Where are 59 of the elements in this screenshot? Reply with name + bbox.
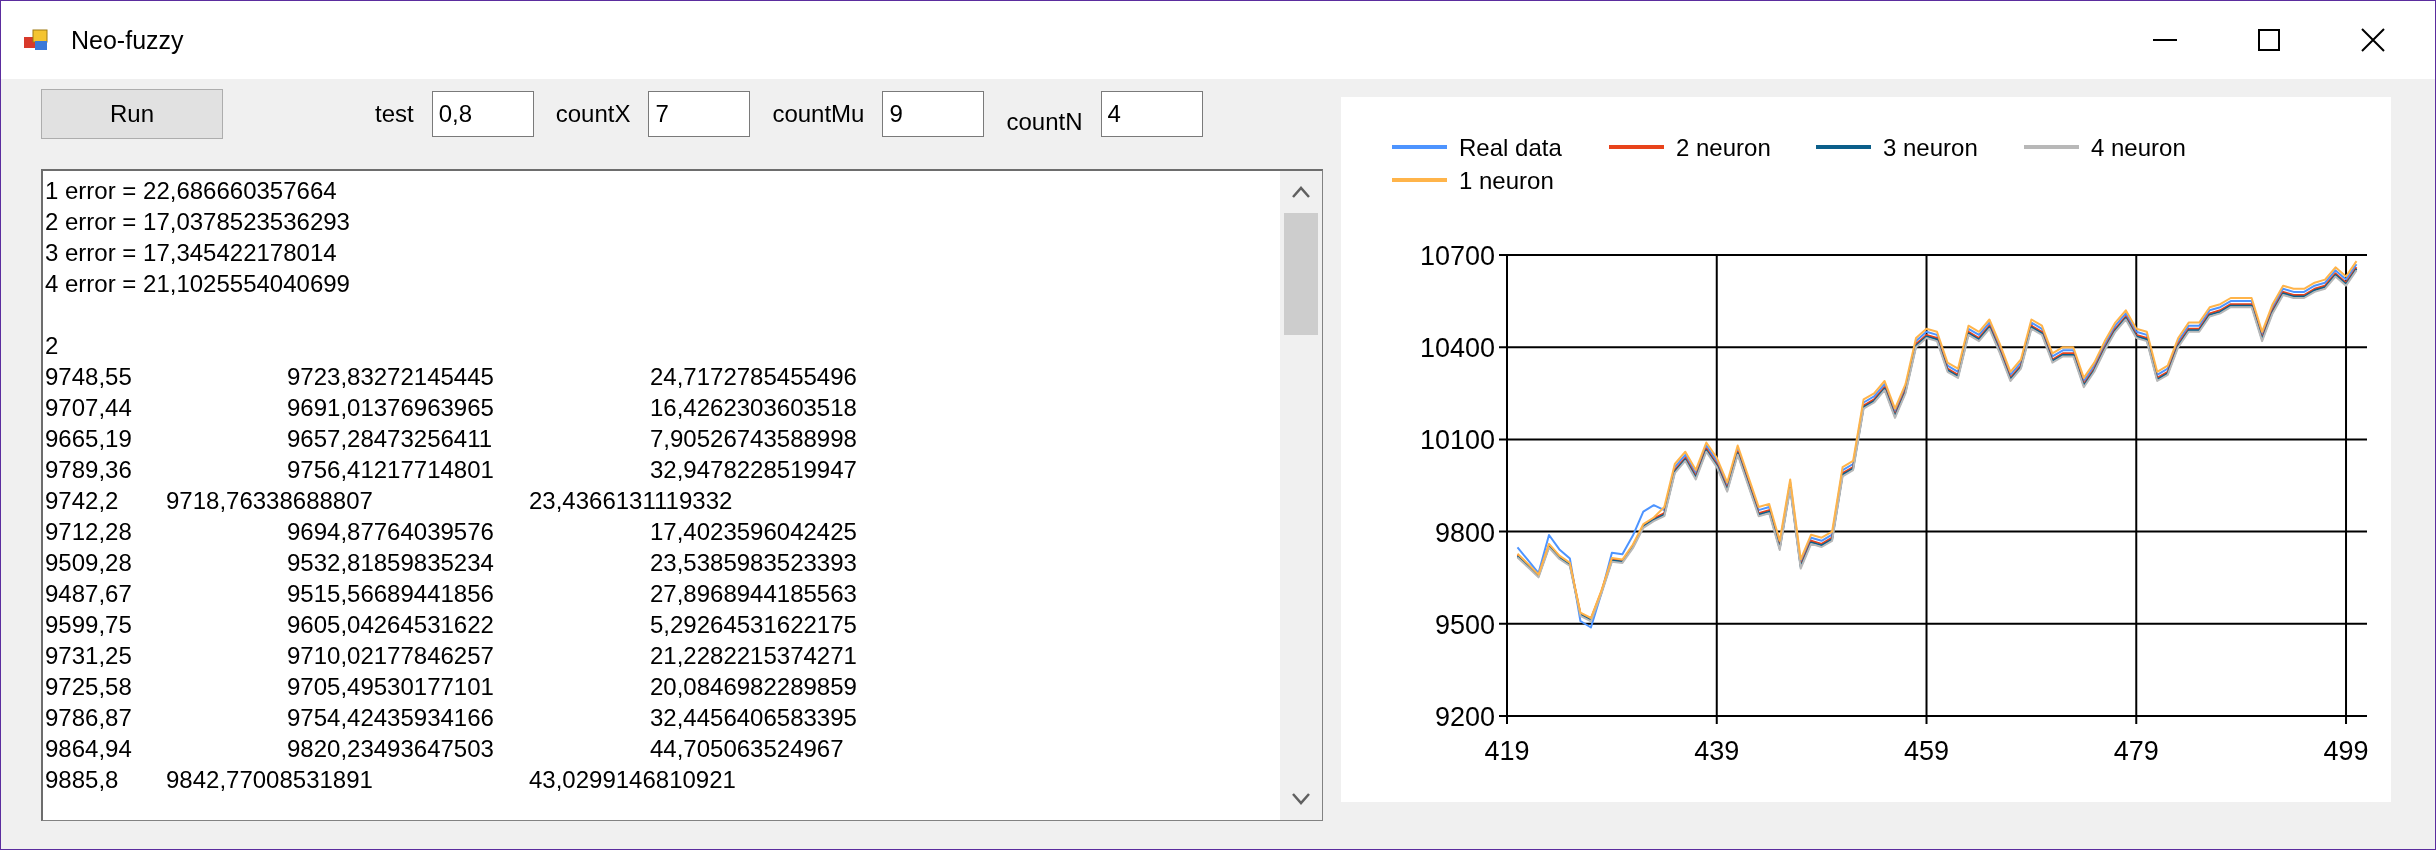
output-line: 9712,28 9694,87764039576 17,4023596042425 xyxy=(45,517,858,547)
app-icon xyxy=(23,28,49,52)
legend-item: 4 neuron xyxy=(2024,134,2186,161)
legend-item: 2 neuron xyxy=(1609,134,1771,161)
legend-item: Real data xyxy=(1392,134,1562,161)
field-label: countMu xyxy=(772,100,865,128)
scroll-down-icon[interactable] xyxy=(1291,792,1311,806)
minimize-icon xyxy=(2152,39,2178,41)
input-field[interactable]: 4 xyxy=(1100,91,1203,137)
output-line: 9864,94 9820,23493647503 44,705063524967 xyxy=(45,734,845,764)
input-field[interactable]: 9 xyxy=(882,91,985,137)
y-tick-label: 9500 xyxy=(1434,609,1495,640)
output-line: 4 error = 21,1025554040699 xyxy=(45,269,351,299)
y-tick-label: 10400 xyxy=(1419,333,1495,364)
y-tick-label: 10700 xyxy=(1419,241,1495,271)
maximize-icon xyxy=(2256,27,2282,53)
field-label: countN xyxy=(1006,108,1083,136)
legend-label: 3 neuron xyxy=(1883,134,1978,161)
x-tick-label: 439 xyxy=(1694,736,1740,766)
output-line: 9487,67 9515,56689441856 27,8968944185563 xyxy=(45,579,858,609)
output-line: 9725,58 9705,49530177101 20,0846982289859 xyxy=(45,672,858,702)
output-line: 9885,8 9842,77008531891 43,0299146810921 xyxy=(45,765,737,795)
window-title: Neo-fuzzy xyxy=(71,25,184,55)
scrollbar-thumb[interactable] xyxy=(1284,213,1318,335)
scroll-up-icon[interactable] xyxy=(1291,185,1311,199)
legend-item: 3 neuron xyxy=(1816,134,1978,161)
y-tick-label: 10100 xyxy=(1419,425,1495,456)
x-tick-label: 459 xyxy=(1904,736,1950,766)
output-line: 3 error = 17,345422178014 xyxy=(45,238,338,268)
field-label: countX xyxy=(555,100,631,128)
legend-label: 1 neuron xyxy=(1459,167,1554,194)
legend-label: 2 neuron xyxy=(1676,134,1771,161)
scrollbar[interactable] xyxy=(1280,171,1322,820)
run-button[interactable]: Run xyxy=(41,89,223,139)
output-line: 9786,87 9754,42435934166 32,4456406583395 xyxy=(45,703,858,733)
x-tick-label: 479 xyxy=(2113,736,2159,766)
output-line: 9789,36 9756,41217714801 32,9478228519947 xyxy=(45,455,858,485)
output-line: 9707,44 9691,01376963965 16,4262303603518 xyxy=(45,393,858,423)
output-line: 2 error = 17,0378523536293 xyxy=(45,207,351,237)
y-tick-label: 9200 xyxy=(1434,702,1495,732)
output-line: 9509,28 9532,81859835234 23,5385983523393 xyxy=(45,548,858,578)
x-tick-label: 419 xyxy=(1484,736,1530,766)
legend-item: 1 neuron xyxy=(1392,167,1554,194)
output-line: 9731,25 9710,02177846257 21,2282215374271 xyxy=(45,641,858,671)
output-line: 1 error = 22,686660357664 xyxy=(45,176,338,206)
close-icon xyxy=(2360,27,2386,53)
x-tick-label: 499 xyxy=(2323,736,2369,766)
input-field[interactable]: 7 xyxy=(648,91,751,137)
legend-label: 4 neuron xyxy=(2091,134,2186,161)
legend-label: Real data xyxy=(1459,134,1563,161)
output-line: 9599,75 9605,04264531622 5,29264531622175 xyxy=(45,610,858,640)
output-line: 9665,19 9657,28473256411 7,90526743588998 xyxy=(45,424,858,454)
input-field[interactable]: 0,8 xyxy=(431,91,534,137)
output-line: 9748,55 9723,83272145445 24,7172785455496 xyxy=(45,362,858,392)
field-label: test xyxy=(375,100,414,128)
output-line: 2 xyxy=(45,331,60,361)
y-tick-label: 9800 xyxy=(1434,517,1495,548)
output-text-area[interactable] xyxy=(41,169,1323,821)
output-line: 9742,2 9718,76338688807 23,4366131119332 xyxy=(45,486,734,516)
